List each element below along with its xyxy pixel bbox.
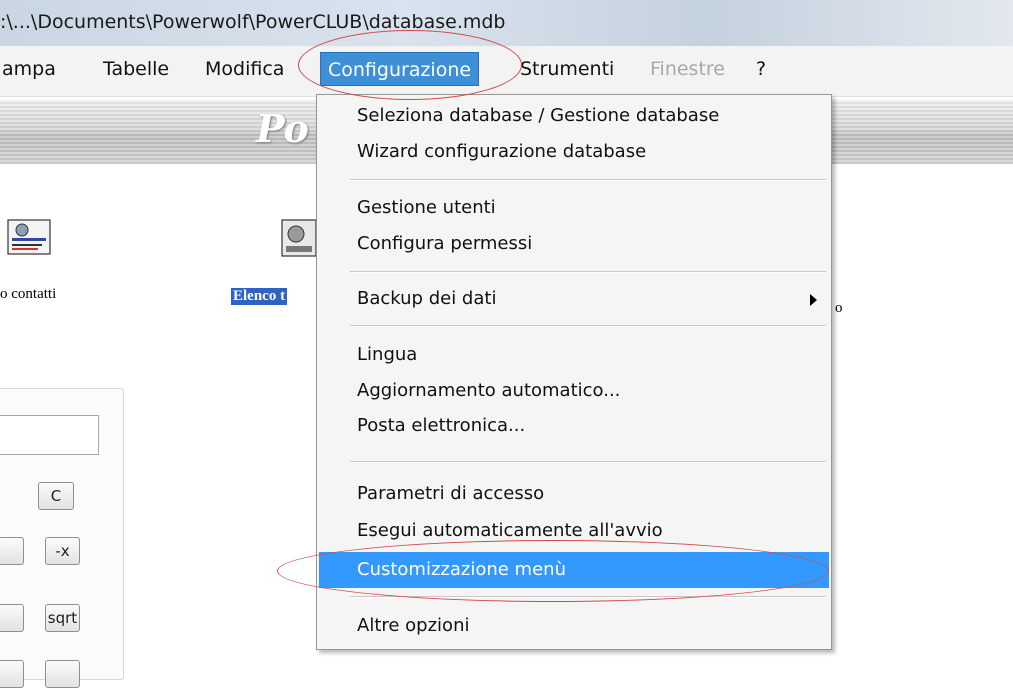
icon-label-contatti[interactable]: o contatti <box>0 286 56 303</box>
configurazione-dropdown: Seleziona database / Gestione database W… <box>316 94 832 650</box>
calc-button-partial-2[interactable] <box>0 604 24 632</box>
menu-separator <box>350 596 826 598</box>
menu-strumenti[interactable]: Strumenti <box>520 58 614 80</box>
calc-clear-button[interactable]: C <box>38 482 74 510</box>
calculator-display[interactable] <box>0 415 99 455</box>
menu-item-customizzazione[interactable]: Customizzazione menù <box>319 552 829 588</box>
menu-item-esegui-avvio[interactable]: Esegui automaticamente all'avvio <box>317 516 831 548</box>
submenu-arrow-icon <box>810 294 817 306</box>
menu-separator <box>350 179 826 181</box>
banner-title: Po <box>256 106 309 151</box>
calc-sqrt-button[interactable]: sqrt <box>45 604 80 632</box>
menu-item-wizard-configurazione[interactable]: Wizard configurazione database <box>317 137 831 169</box>
menu-stampa[interactable]: ampa <box>2 58 56 80</box>
menu-item-seleziona-database[interactable]: Seleziona database / Gestione database <box>317 101 831 133</box>
menu-separator <box>350 461 826 463</box>
menu-item-configura-permessi[interactable]: Configura permessi <box>317 229 831 261</box>
menu-help[interactable]: ? <box>756 58 766 80</box>
menu-item-altre-opzioni[interactable]: Altre opzioni <box>317 611 831 643</box>
menu-item-posta[interactable]: Posta elettronica... <box>317 411 831 443</box>
contacts-icon[interactable] <box>4 212 54 262</box>
menu-item-aggiornamento[interactable]: Aggiornamento automatico... <box>317 376 831 408</box>
calc-button-partial-3[interactable] <box>0 660 24 688</box>
menu-bar: ampa Tabelle Modifica Configurazione Str… <box>0 46 1013 97</box>
menu-separator <box>350 271 826 273</box>
menu-tabelle[interactable]: Tabelle <box>103 58 169 80</box>
menu-item-gestione-utenti[interactable]: Gestione utenti <box>317 193 831 225</box>
calc-button-partial-1[interactable] <box>0 537 24 565</box>
icon-label-elenco[interactable]: Elenco t <box>231 288 288 305</box>
menu-item-backup-label: Backup dei dati <box>357 288 497 309</box>
menu-separator <box>350 325 826 327</box>
title-bar: :\...\Documents\Powerwolf\PowerCLUB\data… <box>0 0 1013 46</box>
menu-item-lingua[interactable]: Lingua <box>317 340 831 372</box>
menu-finestre[interactable]: Finestre <box>650 58 725 80</box>
window-title: :\...\Documents\Powerwolf\PowerCLUB\data… <box>0 11 506 33</box>
menu-item-parametri-accesso[interactable]: Parametri di accesso <box>317 479 831 511</box>
menu-configurazione[interactable]: Configurazione <box>320 52 480 86</box>
calc-button-partial-4[interactable] <box>45 660 80 688</box>
icon-label-right[interactable]: o <box>835 300 843 317</box>
calc-negate-button[interactable]: -x <box>45 537 80 565</box>
menu-modifica[interactable]: Modifica <box>205 58 284 80</box>
menu-item-backup-dati[interactable]: Backup dei dati <box>317 284 831 316</box>
